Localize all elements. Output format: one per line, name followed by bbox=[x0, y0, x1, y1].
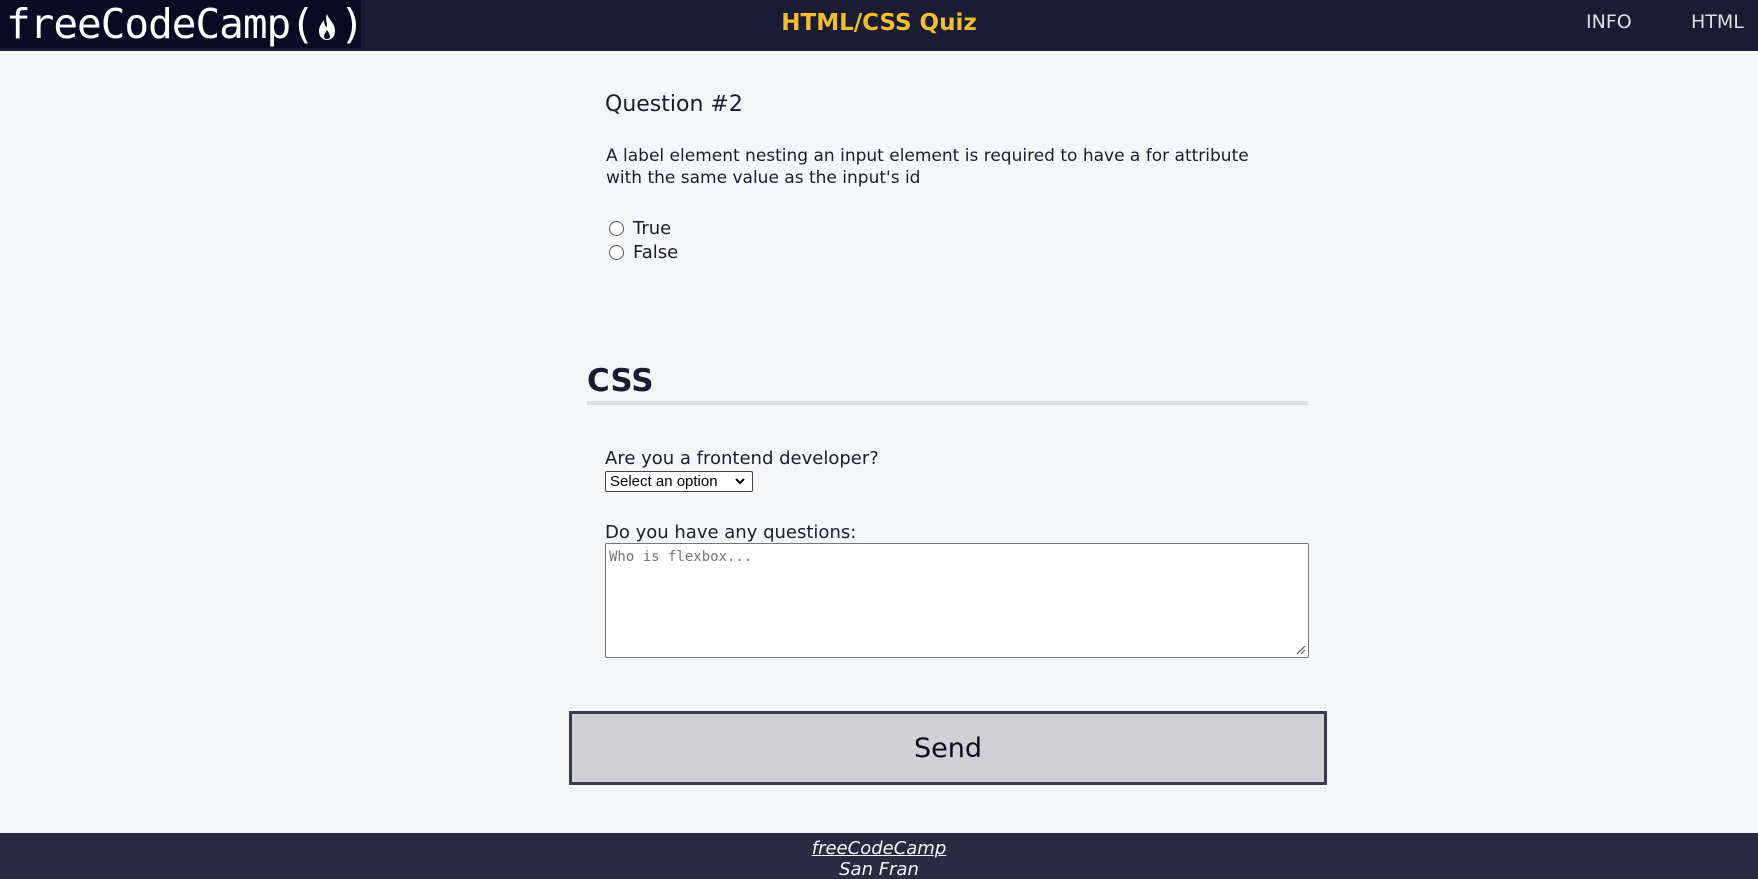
questions-label: Do you have any questions: bbox=[605, 522, 857, 543]
section-title-css: CSS bbox=[587, 363, 654, 399]
footer: freeCodeCamp San Fran bbox=[0, 833, 1758, 879]
page-title: HTML/CSS Quiz bbox=[781, 10, 977, 36]
top-navbar: freeCodeCamp() HTML/CSS Quiz INFO HTML bbox=[0, 0, 1758, 51]
chevron-down-icon bbox=[735, 478, 745, 485]
questions-textarea[interactable]: Who is flexbox... bbox=[605, 543, 1309, 658]
send-button[interactable]: Send bbox=[569, 711, 1327, 785]
questions-placeholder: Who is flexbox... bbox=[609, 549, 753, 565]
section-divider bbox=[587, 401, 1308, 405]
radio-option-false[interactable]: False bbox=[609, 242, 678, 263]
radio-button-true[interactable] bbox=[609, 221, 624, 236]
frontend-select[interactable]: Select an option bbox=[605, 471, 753, 492]
resize-handle-icon[interactable] bbox=[1294, 643, 1306, 655]
nav-link-html[interactable]: HTML bbox=[1691, 0, 1744, 44]
radio-option-true[interactable]: True bbox=[609, 218, 671, 239]
question-number: Question #2 bbox=[605, 92, 743, 117]
radio-label-true[interactable]: True bbox=[633, 218, 671, 239]
question-text: A label element nesting an input element… bbox=[606, 146, 1249, 188]
nav-link-info[interactable]: INFO bbox=[1586, 0, 1632, 44]
footer-link-freecodecamp[interactable]: freeCodeCamp bbox=[0, 838, 1758, 859]
frontend-question-label: Are you a frontend developer? bbox=[605, 448, 879, 469]
footer-address: San Fran bbox=[839, 859, 919, 879]
frontend-select-value: Select an option bbox=[610, 473, 718, 490]
radio-button-false[interactable] bbox=[609, 245, 624, 260]
radio-label-false[interactable]: False bbox=[633, 242, 678, 263]
